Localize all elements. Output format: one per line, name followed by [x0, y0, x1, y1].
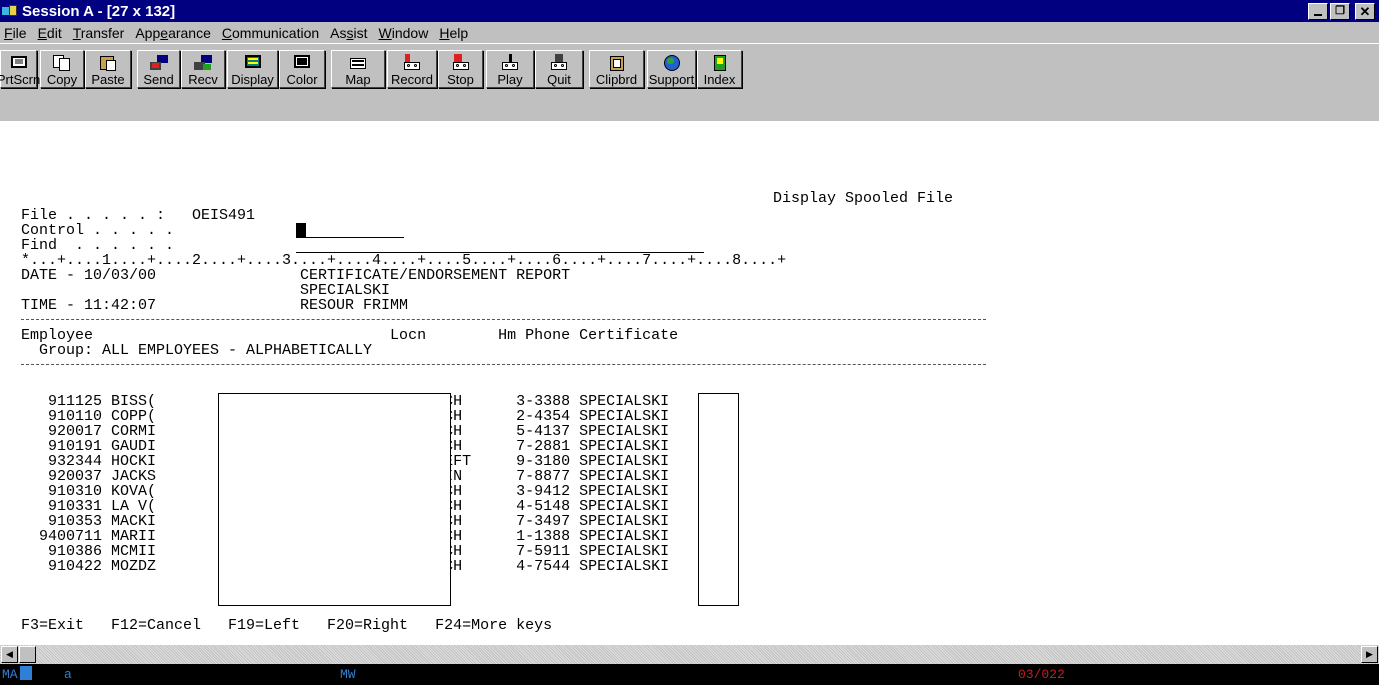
report-time-line: TIME - 11:42:07 RESOUR FRIMM	[21, 297, 409, 314]
display-button[interactable]: Display	[227, 50, 278, 88]
copy-icon	[52, 54, 72, 71]
minimize-icon	[1314, 14, 1322, 16]
stop-button[interactable]: Stop	[438, 50, 483, 88]
record-button[interactable]: Record	[387, 50, 437, 88]
quit-button[interactable]: Quit	[535, 50, 583, 88]
close-button[interactable]: ✕	[1355, 3, 1375, 20]
minimize-button[interactable]	[1308, 3, 1328, 20]
toolbar-button-label: Stop	[447, 72, 474, 87]
panel-title: Display Spooled File	[773, 190, 954, 207]
input-indicator-block	[20, 666, 32, 680]
toolbar-button-label: Color	[286, 72, 318, 87]
clipboard-icon	[607, 54, 627, 71]
title-bar[interactable]: Session A - [27 x 132] ❐ ✕	[0, 0, 1379, 22]
arrow-right-icon: ▶	[1366, 649, 1373, 659]
message-waiting-indicator: MW	[340, 667, 356, 682]
map-button[interactable]: Map	[331, 50, 385, 88]
menu-bar: File Edit Transfer Appearance Communication A…	[0, 22, 1379, 43]
scroll-right-button[interactable]: ▶	[1361, 646, 1378, 663]
toolbar-button-label: Send	[143, 72, 174, 87]
close-icon: ✕	[1359, 4, 1371, 19]
toolbar-button-label: Support	[648, 72, 695, 87]
menu-transfer[interactable]: Transfer	[73, 25, 125, 41]
toolbar: PrtScrn Copy Paste Send Recv Display Color Map R…	[0, 43, 1379, 121]
menu-assist[interactable]: Assist	[330, 25, 367, 41]
print-screen-icon	[9, 54, 29, 71]
toolbar-button-label: Record	[391, 72, 433, 87]
index-icon	[710, 54, 730, 71]
toolbar-button-label: Index	[703, 72, 736, 87]
clipbrd-button[interactable]: Clipbrd	[589, 50, 644, 88]
toolbar-button-label: Copy	[46, 72, 78, 87]
system-indicator: MA	[2, 667, 18, 682]
menu-file[interactable]: File	[4, 25, 27, 41]
toolbar-button-label: Display	[231, 72, 274, 87]
text-cursor	[296, 223, 306, 237]
color-icon	[292, 54, 312, 71]
toolbar-button-label: Play	[497, 72, 523, 87]
column-headers: Employee Locn Hm Phone Certificate	[21, 327, 679, 344]
report-date-line: DATE - 10/03/00 CERTIFICATE/ENDORSEMENT …	[21, 267, 571, 284]
send-icon	[149, 54, 169, 71]
status-line: MA a MW 03/022	[0, 664, 1379, 685]
horizontal-scrollbar[interactable]: ◀ ▶	[0, 645, 1379, 664]
window-title: Session A - [27 x 132]	[22, 2, 176, 20]
toolbar-button-label: Recv	[188, 72, 218, 87]
toolbar-button-label: Clipbrd	[595, 72, 638, 87]
scroll-thumb[interactable]	[19, 646, 36, 663]
control-input[interactable]	[296, 237, 404, 238]
toolbar-button-label: Paste	[91, 72, 125, 87]
toolbar-button-label: Quit	[547, 72, 571, 87]
divider	[21, 364, 986, 365]
report-subtitle: SPECIALSKI	[21, 282, 391, 299]
redaction-box	[698, 393, 739, 606]
paste-icon	[98, 54, 118, 71]
redaction-box	[218, 393, 451, 606]
support-button[interactable]: Support	[647, 50, 696, 88]
menu-edit[interactable]: Edit	[38, 25, 62, 41]
quit-icon	[549, 54, 569, 71]
play-button[interactable]: Play	[486, 50, 534, 88]
scroll-left-button[interactable]: ◀	[1, 646, 18, 663]
record-icon	[402, 54, 422, 71]
menu-appearance[interactable]: Appearance	[135, 25, 211, 41]
copy-button[interactable]: Copy	[40, 50, 84, 88]
function-keys[interactable]: F3=Exit F12=Cancel F19=Left F20=Right F2…	[21, 618, 552, 633]
divider	[21, 319, 986, 320]
menu-help[interactable]: Help	[439, 25, 468, 41]
display-icon	[243, 54, 263, 71]
file-field-line: File . . . . . : OEIS491	[21, 207, 256, 224]
recv-button[interactable]: Recv	[181, 50, 225, 88]
receive-icon	[193, 54, 213, 71]
control-label: Control . . . . .	[21, 222, 175, 239]
mode-indicator: a	[64, 667, 72, 682]
group-line: Group: ALL EMPLOYEES - ALPHABETICALLY	[21, 342, 373, 359]
toolbar-button-label: Map	[345, 72, 371, 87]
play-icon	[500, 54, 520, 71]
terminal-screen[interactable]: Display Spooled File File . . . . . : OE…	[0, 121, 1379, 645]
cursor-position: 03/022	[1018, 667, 1065, 682]
paste-button[interactable]: Paste	[85, 50, 131, 88]
index-button[interactable]: Index	[697, 50, 742, 88]
menu-communication[interactable]: Communication	[222, 25, 319, 41]
support-icon	[662, 54, 682, 71]
session-app-icon[interactable]	[2, 4, 18, 18]
restore-icon: ❐	[1335, 5, 1345, 17]
find-label: Find . . . . . .	[21, 237, 175, 254]
column-ruler: *...+....1....+....2....+....3....+....4…	[21, 252, 787, 269]
stop-icon	[451, 54, 471, 71]
color-button[interactable]: Color	[279, 50, 325, 88]
prtscrn-button[interactable]: PrtScrn	[0, 50, 41, 88]
arrow-left-icon: ◀	[6, 649, 13, 659]
toolbar-button-label: PrtScrn	[0, 72, 41, 87]
maximize-button[interactable]: ❐	[1330, 3, 1350, 20]
map-icon	[348, 54, 368, 71]
menu-window[interactable]: Window	[379, 25, 429, 41]
send-button[interactable]: Send	[137, 50, 180, 88]
